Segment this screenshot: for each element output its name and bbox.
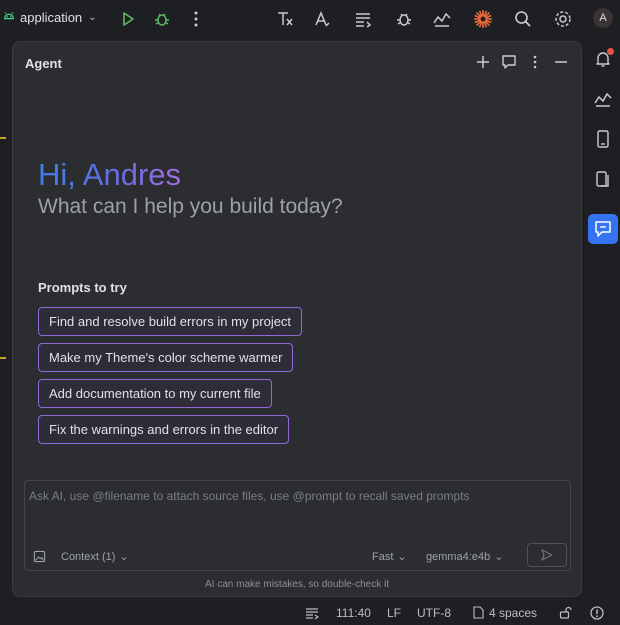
devices-icon [596,171,609,187]
agent-chat-icon [595,221,611,237]
text-format-button[interactable] [273,7,297,31]
line-ending[interactable]: LF [387,606,401,620]
prompts-heading: Prompts to try [38,280,127,295]
left-editor-strip [0,40,8,600]
agent-tool-button[interactable] [588,214,618,244]
context-label: Context (1) [61,550,116,563]
disclaimer-text: AI can make mistakes, so double-check it [205,579,389,590]
run-button[interactable] [116,7,140,31]
more-options-button[interactable] [184,7,208,31]
profiler-icon [594,92,612,107]
indent-indicator[interactable] [472,606,484,622]
gear-icon [555,11,571,27]
translate-button[interactable] [310,7,334,31]
indent-setting[interactable]: 4 spaces [489,606,537,620]
search-button[interactable] [511,7,535,31]
send-button[interactable] [527,543,567,567]
file-encoding[interactable]: UTF-8 [417,606,451,620]
chevron-down-icon: ⌄ [88,12,97,23]
ai-assistant-button[interactable] [471,7,495,31]
prompt-chip[interactable]: Find and resolve build errors in my proj… [38,307,303,336]
chevron-down-icon: ⌄ [494,551,504,563]
new-chat-button[interactable] [473,52,493,72]
debugger-button[interactable] [392,7,416,31]
spark-icon [474,10,492,28]
profiler-button[interactable] [430,7,454,31]
top-toolbar: application ⌄ A [0,0,620,38]
editor-marker [0,357,6,359]
chat-icon [502,55,516,69]
profiler-tool-button[interactable] [588,84,618,114]
debug-button[interactable] [150,7,174,31]
plus-icon [477,56,489,68]
logcat-button[interactable] [351,7,375,31]
device-icon [597,130,609,148]
agent-panel: Agent Hi, Andres What can I help you bui… [12,41,582,597]
prompt-chip[interactable]: Add documentation to my current file [38,379,272,408]
minimize-icon [555,61,567,63]
project-name: application [20,10,83,25]
prompt-chip[interactable]: Fix the warnings and errors in the edito… [38,415,290,444]
right-tool-bar [586,40,620,600]
speed-selector[interactable]: Fast ⌄ [372,550,407,564]
more-vertical-icon [194,11,198,27]
context-selector[interactable]: Context (1) ⌄ [61,550,129,564]
problems-indicator[interactable] [590,606,604,623]
speed-label: Fast [372,550,394,563]
notification-dot [607,48,614,55]
bug-icon [155,13,169,26]
status-bar: 111:40 LF UTF-8 4 spaces [0,600,620,625]
greeting-heading: Hi, Andres [38,157,182,192]
prompt-chip[interactable]: Make my Theme's color scheme warmer [38,343,294,372]
read-only-toggle[interactable] [559,606,572,622]
avatar[interactable]: A [593,8,613,28]
model-label: gemma4:e4b [426,550,491,563]
unlock-icon [559,606,572,619]
chevron-down-icon: ⌄ [397,551,407,563]
indent-icon [473,606,484,619]
minimize-panel-button[interactable] [551,52,571,72]
profiler-icon [433,12,451,27]
project-selector[interactable]: application ⌄ [2,9,97,26]
more-vertical-icon [533,55,537,69]
format-indicator[interactable] [305,606,320,623]
model-selector[interactable]: gemma4:e4b ⌄ [426,550,504,564]
settings-button[interactable] [551,7,575,31]
chat-input[interactable]: Ask AI, use @filename to attach source f… [24,480,571,571]
editor-marker [0,137,6,139]
chevron-down-icon: ⌄ [119,551,129,563]
panel-title: Agent [25,56,62,71]
image-icon [33,550,46,563]
run-icon [123,12,134,26]
chat-history-button[interactable] [499,52,519,72]
device-explorer-button[interactable] [588,124,618,154]
list-icon [356,13,372,28]
send-icon [541,549,553,561]
chat-input-placeholder: Ask AI, use @filename to attach source f… [29,489,470,503]
attach-image-button[interactable] [33,550,46,563]
cursor-position[interactable]: 111:40 [336,606,371,620]
panel-options-button[interactable] [525,52,545,72]
bug-outline-icon [397,13,411,26]
search-icon [515,11,531,27]
running-devices-button[interactable] [588,164,618,194]
lines-icon [306,608,320,620]
warning-circle-icon [590,606,604,620]
notifications-button[interactable] [588,44,618,74]
translate-icon [315,11,330,27]
text-format-icon [278,12,293,26]
greeting-subtitle: What can I help you build today? [38,195,343,218]
android-icon [2,9,16,26]
